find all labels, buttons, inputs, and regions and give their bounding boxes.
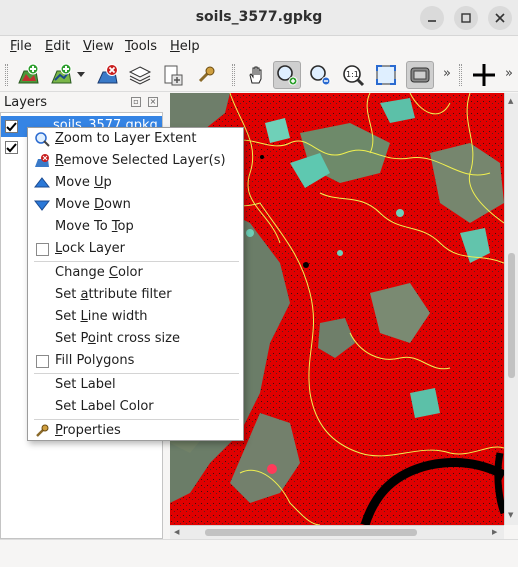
menu-item-properties[interactable]: Properties [28,420,243,442]
menu-item-lock-layer[interactable]: Lock Layer [28,238,243,260]
toolbar-grip-2[interactable] [232,64,235,86]
menu-edit[interactable]: Edit [45,39,70,54]
zoom-to-extent-button[interactable] [372,61,400,89]
add-raster-layer-icon [18,63,39,84]
remove-layer-icon [34,153,50,169]
add-raster-layer-button[interactable] [14,61,42,89]
title-bar: soils_3577.gpkg [0,0,518,36]
layers-icon [128,66,152,85]
remove-layer-button[interactable] [93,61,121,89]
menu-item-change-color[interactable]: Change Color [28,262,243,284]
menu-help[interactable]: Help [170,39,200,54]
layer-context-menu: Zoom to Layer Extent Remove Selected Lay… [27,127,244,441]
vertical-scroll-thumb[interactable] [508,253,515,378]
menu-item-set-label-color[interactable]: Set Label Color [28,396,243,418]
svg-text:1:1: 1:1 [346,70,359,79]
menu-item-zoom-to-layer-extent[interactable]: Zoom to Layer Extent [28,128,243,150]
full-screen-button[interactable] [406,61,434,89]
close-icon [495,13,505,23]
map-vertical-scrollbar[interactable]: ▲ ▼ [504,93,518,525]
toolbar-grip[interactable] [5,64,8,86]
scroll-right-arrow-icon[interactable]: ▶ [492,528,497,536]
menu-file[interactable]: File [10,39,32,54]
zoom-in-tool-button[interactable] [273,61,301,89]
layers-panel-title: Layers [4,95,48,110]
toolbar-overflow-button[interactable]: » [443,66,451,81]
horizontal-scroll-thumb[interactable] [205,529,417,536]
toolbar: 1:1 » » [0,58,518,92]
fill-polygons-checkbox[interactable] [36,355,49,368]
pan-hand-icon [249,66,262,84]
status-bar [0,539,518,567]
move-up-icon [34,175,50,191]
close-button[interactable] [488,6,512,30]
layers-button[interactable] [126,61,154,89]
add-vector-layer-icon [51,63,72,84]
zoom-in-icon [277,65,298,86]
toolbar-grip-3[interactable] [459,64,462,86]
scroll-down-arrow-icon[interactable]: ▼ [508,511,513,519]
menu-item-set-point-cross-size[interactable]: Set Point cross size [28,328,243,350]
crosshair-icon [473,64,495,86]
scroll-left-arrow-icon[interactable]: ◀ [174,528,179,536]
menu-tools[interactable]: Tools [125,39,157,54]
zoom-1to1-icon: 1:1 [343,65,365,87]
scroll-up-arrow-icon[interactable]: ▲ [508,97,513,105]
menu-view[interactable]: View [83,39,114,54]
minimize-button[interactable] [420,6,444,30]
new-layer-icon [164,65,183,86]
menu-item-move-up[interactable]: Move Up [28,172,243,194]
zoom-out-icon [310,65,331,86]
crosshair-button[interactable] [470,61,498,89]
minimize-icon [428,20,436,22]
menu-item-remove-selected-layers[interactable]: Remove Selected Layer(s) [28,150,243,172]
menu-item-set-label[interactable]: Set Label [28,374,243,396]
maximize-button[interactable] [454,6,478,30]
layer-visibility-checkbox[interactable] [5,120,18,133]
dock-close-button[interactable]: × [148,97,158,107]
remove-layer-icon [97,64,118,84]
menu-item-move-down[interactable]: Move Down [28,194,243,216]
add-vector-layer-button[interactable] [47,61,75,89]
add-layer-dropdown[interactable] [74,61,88,89]
menu-bar: File Edit View Tools Help [0,36,518,58]
full-screen-icon [410,67,430,83]
menu-item-fill-polygons[interactable]: Fill Polygons [28,350,243,372]
layer-visibility-checkbox[interactable] [5,141,18,154]
dropdown-arrow-icon [77,72,85,77]
map-horizontal-scrollbar[interactable]: ◀ ▶ [170,525,504,539]
pan-tool-button[interactable] [242,61,270,89]
zoom-to-extent-icon [376,65,396,85]
toolbar-overflow-button-2[interactable]: » [505,66,513,81]
zoom-out-tool-button[interactable] [306,61,334,89]
dock-float-button[interactable]: ▫ [131,97,141,107]
menu-item-set-line-width[interactable]: Set Line width [28,306,243,328]
properties-wrench-icon [34,423,50,439]
zoom-extent-icon [34,131,50,147]
properties-button[interactable] [192,61,220,89]
menu-item-set-attribute-filter[interactable]: Set attribute filter [28,284,243,306]
checkmark-icon [6,122,17,132]
new-layer-button[interactable] [159,61,187,89]
zoom-1to1-button[interactable]: 1:1 [339,61,367,89]
properties-wrench-icon [198,66,215,83]
maximize-icon [461,13,471,23]
menu-item-move-to-top[interactable]: Move To Top [28,216,243,238]
checkmark-icon [6,143,17,153]
move-down-icon [34,197,50,213]
lock-layer-checkbox[interactable] [36,243,49,256]
